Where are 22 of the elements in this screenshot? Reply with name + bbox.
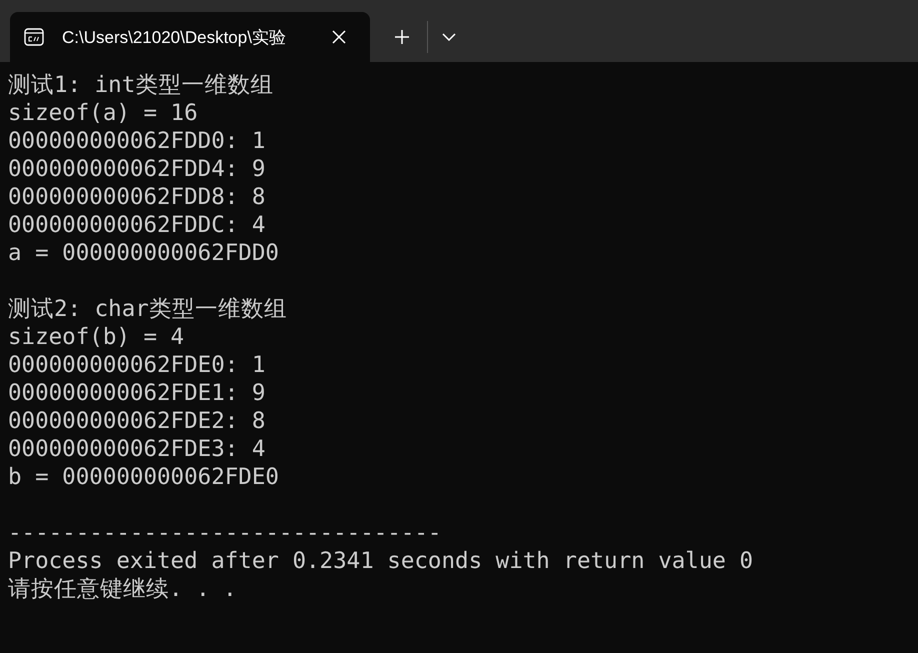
console-line: 000000000062FDE1: 9 [8,379,266,407]
console-line: a = 000000000062FDD0 [8,239,279,267]
console-line: -------------------------------- [8,519,442,547]
console-line: 000000000062FDE0: 1 [8,351,266,379]
console-line: 000000000062FDE2: 8 [8,407,266,435]
console-line: Process exited after 0.2341 seconds with return value 0 [8,547,754,575]
console-line: 测试2: char类型一维数组 [8,295,287,323]
console-line: 000000000062FDDC: 4 [8,211,266,239]
console-line: 请按任意键继续. . . [8,575,237,603]
console-line: 测试1: int类型一维数组 [8,71,274,99]
console-line: 000000000062FDD0: 1 [8,127,266,155]
console-line: sizeof(a) = 16 [8,99,198,127]
terminal-tab[interactable]: C:\Users\21020\Desktop\实验 [10,12,370,62]
close-icon[interactable] [332,30,346,44]
console-line: 000000000062FDE3: 4 [8,435,266,463]
console-line: sizeof(b) = 4 [8,323,184,351]
console-line: 000000000062FDD8: 8 [8,183,266,211]
chevron-down-icon[interactable] [442,33,456,41]
terminal-icon [24,28,44,46]
console-line: 000000000062FDD4: 9 [8,155,266,183]
console-line: b = 000000000062FDE0 [8,463,279,491]
new-tab-icon[interactable] [394,29,410,45]
